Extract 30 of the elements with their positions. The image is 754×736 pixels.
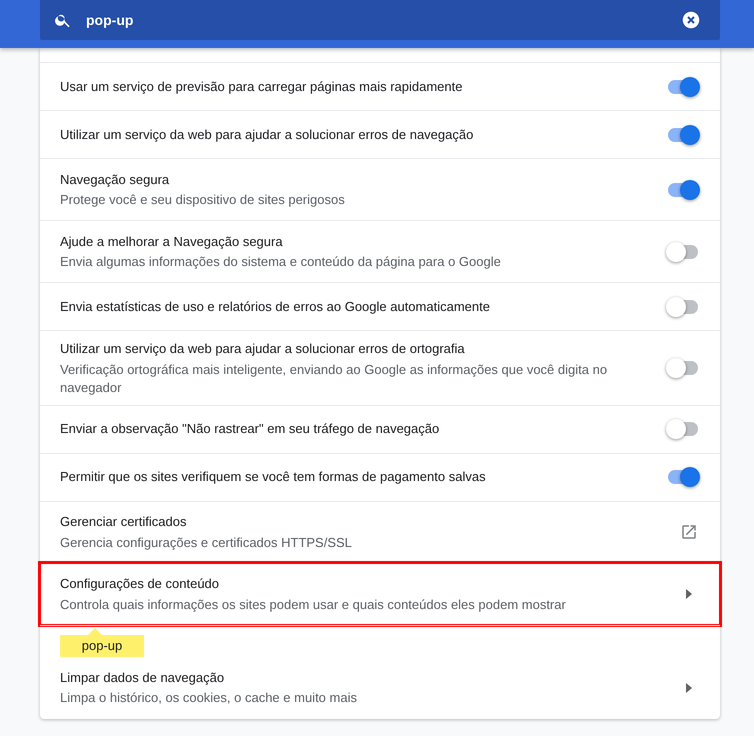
row-title: Configurações de conteúdo	[60, 575, 220, 594]
row-title: Usar um serviço de previsão para carregar páginas mais rapidamente	[60, 78, 464, 96]
row-description: Controla quais informações os sites podem usar e quais conteúdos eles podem mostrar	[60, 596, 567, 614]
settings-row[interactable]: Enviar a observação "Não rastrear" em seu tráfego de navegação	[40, 404, 720, 452]
search-field[interactable]: pop-up	[40, 0, 720, 40]
row-description: Limpa o histórico, os cookies, o cache e muito mais	[60, 689, 358, 708]
row-title: Enviar a observação "Não rastrear" em seu tráfego de navegação	[60, 420, 440, 438]
settings-row[interactable]: Permitir que os sites verifiquem se você tem formas de pagamento salvas	[40, 452, 720, 500]
row-title: Envia estatísticas de uso e relatórios de erros ao Google automaticamente	[60, 298, 491, 316]
row-title: Limpar dados de navegação	[60, 668, 226, 687]
row-title: Gerenciar certificados	[60, 513, 188, 532]
row-description: Protege você e seu dispositivo de sites perigosos	[60, 191, 346, 210]
settings-row[interactable]: Configurações de conteúdo Controla quais informações os sites podem usar e quais conteúdos eles podem mostrar	[40, 562, 720, 624]
settings-row[interactable]: Envia estatísticas de uso e relatórios de erros ao Google automaticamente	[40, 282, 720, 330]
settings-row[interactable]: Usar um serviço de previsão para carregar páginas mais rapidamente	[40, 62, 720, 110]
row-description: Verificação ortográfica mais inteligente, enviando ao Google as informações que você digita no navegador	[60, 360, 608, 396]
settings-row[interactable]: Gerenciar certificados Gerencia configurações e certificados HTTPS/SSL	[40, 500, 720, 562]
row-title: Utilizar um serviço da web para ajudar a solucionar erros de ortografia	[60, 340, 466, 358]
search-text: pop-up	[86, 10, 134, 30]
row-description: Envia algumas informações do sistema e conteúdo da página para o Google	[60, 253, 502, 272]
settings-row[interactable]: Limpar dados de navegação Limpa o histórico, os cookies, o cache e muito mais	[40, 656, 720, 718]
row-title: Navegação segura	[60, 170, 170, 189]
settings-row[interactable]: Utilizar um serviço da web para ajudar a solucionar erros de navegação	[40, 110, 720, 158]
settings-row[interactable]: Utilizar um serviço da web para ajudar a solucionar erros de ortografia Verificação ortográfica mais inteligente, enviando ao Google as informações que você digita no navegador	[40, 330, 720, 404]
settings-row[interactable]: Ajude a melhorar a Navegação segura Envia algumas informações do sistema e conteúdo da página para o Google	[40, 220, 720, 282]
row-description: Gerencia configurações e certificados HTTPS/SSL	[60, 534, 353, 552]
row-title: Ajude a melhorar a Navegação segura	[60, 232, 284, 251]
settings-row[interactable]: Navegação segura Protege você e seu dispositivo de sites perigosos	[40, 158, 720, 220]
row-title: Permitir que os sites verifiquem se você tem formas de pagamento salvas	[60, 468, 487, 486]
row-title: Utilizar um serviço da web para ajudar a solucionar erros de navegação	[60, 126, 474, 144]
